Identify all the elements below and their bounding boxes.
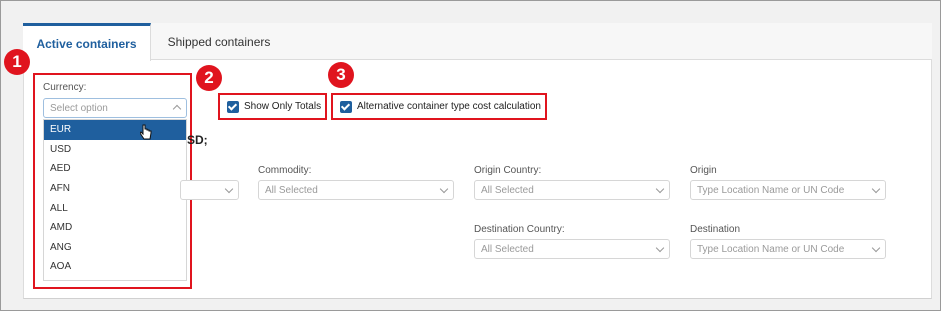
annotation-badge-2: 2 <box>196 65 222 91</box>
destination-placeholder: Type Location Name or UN Code <box>697 243 845 255</box>
annotation-badge-3: 3 <box>328 62 354 88</box>
origin-country-label: Origin Country: <box>474 165 542 176</box>
commodity-value: All Selected <box>265 184 318 196</box>
chevron-down-icon <box>224 184 234 194</box>
origin-placeholder: Type Location Name or UN Code <box>697 184 845 196</box>
origin-country-value: All Selected <box>481 184 534 196</box>
tab-shipped-containers[interactable]: Shipped containers <box>159 23 279 60</box>
destination-country-value: All Selected <box>481 243 534 255</box>
commodity-label: Commodity: <box>258 165 312 176</box>
show-totals-checkbox[interactable] <box>227 101 239 113</box>
destination-input[interactable]: Type Location Name or UN Code <box>690 239 886 259</box>
partial-text: SD; <box>187 133 208 147</box>
destination-country-select[interactable]: All Selected <box>474 239 670 259</box>
tab-active-containers[interactable]: Active containers <box>23 23 151 61</box>
annotation-badge-1: 1 <box>4 49 30 75</box>
alt-cost-label: Alternative container type cost calculat… <box>357 101 541 112</box>
annotation-box-1 <box>33 73 192 289</box>
destination-label: Destination <box>690 224 741 235</box>
chevron-down-icon <box>655 243 665 253</box>
chevron-down-icon <box>871 184 881 194</box>
commodity-select[interactable]: All Selected <box>258 180 454 200</box>
show-totals-label: Show Only Totals <box>244 101 322 112</box>
tab-bar: Active containers Shipped containers <box>23 23 932 61</box>
origin-input[interactable]: Type Location Name or UN Code <box>690 180 886 200</box>
obscured-select[interactable] <box>180 180 239 200</box>
chevron-down-icon <box>439 184 449 194</box>
chevron-down-icon <box>871 243 881 253</box>
destination-country-label: Destination Country: <box>474 224 565 235</box>
origin-label: Origin <box>690 165 717 176</box>
chevron-down-icon <box>655 184 665 194</box>
origin-country-select[interactable]: All Selected <box>474 180 670 200</box>
alt-cost-checkbox[interactable] <box>340 101 352 113</box>
